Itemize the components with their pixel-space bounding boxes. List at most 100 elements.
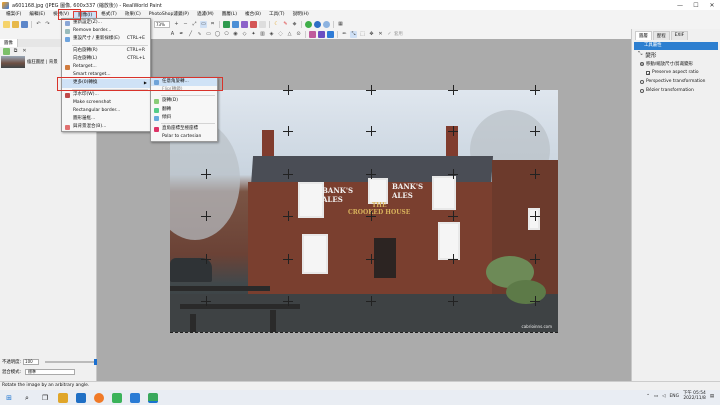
radio-move-resize-crop[interactable] — [640, 61, 644, 66]
zoom-in-icon[interactable]: + — [173, 21, 180, 28]
realworld-paint-taskbar-icon[interactable] — [148, 392, 158, 403]
handle-cross[interactable] — [448, 85, 458, 95]
tray-arrow-icon[interactable]: ⌃ — [646, 394, 650, 399]
menu-file[interactable]: 檔案(F) — [2, 11, 25, 19]
menu-item-blend-background[interactable]: 與背景混合(B)... — [62, 123, 150, 131]
handle-cross[interactable] — [366, 211, 376, 221]
layer-green-icon[interactable] — [223, 20, 230, 28]
grid-icon[interactable]: ▦ — [337, 21, 344, 28]
sharpen-tool-icon[interactable]: △ — [286, 31, 293, 38]
handle-cross[interactable] — [448, 126, 458, 136]
notification-icon[interactable]: ▤ — [710, 394, 714, 399]
radio-perspective[interactable] — [640, 79, 644, 84]
handle-cross[interactable] — [448, 211, 458, 221]
menu-item-rectangular-border[interactable]: Rectangular border... — [62, 107, 150, 115]
layer-red-icon[interactable] — [250, 20, 257, 28]
start-icon[interactable]: ⊞ — [4, 393, 14, 403]
handle-cross[interactable] — [283, 211, 293, 221]
handle-cross[interactable] — [283, 85, 293, 95]
file-explorer-icon[interactable] — [58, 392, 68, 403]
menu-filter[interactable]: 過濾(M) — [193, 11, 218, 19]
apply-label[interactable]: 套用 — [394, 31, 403, 37]
opacity-slider[interactable] — [45, 359, 97, 365]
handle-cross[interactable] — [283, 126, 293, 136]
volume-icon[interactable]: ◁ — [662, 394, 665, 399]
menu-edit[interactable]: 編輯(E) — [25, 11, 49, 19]
handle-cross[interactable] — [448, 296, 458, 306]
move-tool-icon[interactable]: ✥ — [368, 31, 375, 38]
close-button[interactable]: ✕ — [704, 0, 720, 10]
color-swatch-3-icon[interactable] — [327, 30, 334, 38]
image-canvas[interactable]: BANK'S ALES BANK'S ALES THE CROOKED HOUS… — [170, 90, 558, 332]
new-file-icon[interactable] — [3, 20, 10, 28]
globe-blue-icon[interactable] — [314, 20, 321, 28]
handle-cross[interactable] — [448, 254, 458, 264]
zoom-out-icon[interactable]: − — [182, 21, 189, 28]
handle-cross[interactable] — [201, 296, 211, 306]
mail-icon[interactable] — [76, 392, 86, 403]
gradient-tool-icon[interactable]: ▥ — [259, 31, 266, 38]
line-tool-icon[interactable]: ╱ — [187, 31, 194, 38]
handle-cross[interactable] — [530, 296, 540, 306]
handle-cross[interactable] — [201, 169, 211, 179]
handle-cross[interactable] — [530, 211, 540, 221]
firefox-icon[interactable] — [94, 392, 104, 403]
select-icon[interactable]: ▭ — [200, 20, 207, 28]
handle-cross[interactable] — [283, 254, 293, 264]
preserve-aspect-checkbox[interactable]: ✓ — [646, 70, 650, 75]
fill-tool-icon[interactable]: ◉ — [232, 31, 239, 38]
layer-grey-icon[interactable] — [259, 20, 266, 28]
handle-cross[interactable] — [283, 169, 293, 179]
delete-layer-icon[interactable]: ✕ — [21, 48, 28, 55]
handle-cross[interactable] — [530, 254, 540, 264]
network-icon[interactable]: ▭ — [654, 394, 658, 399]
option-move-resize-crop[interactable]: 移動/縮放尺寸/剪裁變形 — [632, 59, 720, 68]
color-swatch-1-icon[interactable] — [309, 30, 316, 38]
magic-wand-icon[interactable]: ✦ — [250, 31, 257, 38]
opacity-input[interactable]: 100 — [23, 359, 40, 365]
save-icon[interactable] — [21, 20, 28, 28]
menu-item-shape-border[interactable]: 圖形邊框... — [62, 115, 150, 123]
option-perspective[interactable]: Perspective transformation — [632, 77, 720, 86]
handle-cross[interactable] — [366, 85, 376, 95]
polygon-tool-icon[interactable]: ⬠ — [223, 31, 230, 38]
handle-cross[interactable] — [366, 126, 376, 136]
zoom-input[interactable]: 73% — [154, 20, 170, 28]
cancel-icon[interactable]: ✕ — [377, 31, 384, 38]
color-swatch-2-icon[interactable] — [318, 30, 325, 38]
menu-item-polar-to-cartesian[interactable]: Polar to cartesian — [151, 133, 217, 141]
maximize-button[interactable]: ☐ — [688, 0, 704, 10]
handle-cross[interactable] — [530, 169, 540, 179]
task-view-icon[interactable]: ❐ — [40, 393, 50, 403]
handle-cross[interactable] — [530, 85, 540, 95]
handle-cross[interactable] — [201, 254, 211, 264]
radio-bezier[interactable] — [640, 88, 644, 93]
stamp-icon[interactable]: ◆ — [291, 21, 298, 28]
app-blue-icon[interactable] — [130, 392, 140, 403]
menu-help[interactable]: 說明(H) — [289, 11, 313, 19]
menu-item-rotate[interactable]: 旋轉(D) — [151, 97, 217, 105]
handle-cross[interactable] — [366, 254, 376, 264]
menu-composite[interactable]: 複合(B) — [241, 11, 265, 19]
handle-cross[interactable] — [530, 126, 540, 136]
color-picker-icon[interactable]: ⊙ — [295, 31, 302, 38]
menu-item-cartesian-to-polar[interactable]: 直角座標至極座標 — [151, 125, 217, 133]
handle-cross[interactable] — [201, 211, 211, 221]
fit-icon[interactable]: ⤢ — [191, 21, 198, 28]
handle-cross[interactable] — [448, 169, 458, 179]
transform-tool-icon[interactable]: ⤡ — [350, 30, 357, 38]
handle-cross[interactable] — [366, 296, 376, 306]
clone-tool-icon[interactable]: ◈ — [268, 31, 275, 38]
menu-photoshop-filters[interactable]: PhotoShop濾鏡(P) — [145, 11, 193, 19]
rect-tool-icon[interactable]: ▭ — [205, 31, 212, 38]
tab-image[interactable]: 圖像 — [0, 39, 18, 47]
search-icon[interactable]: ⌕ — [22, 393, 32, 403]
handle-cross[interactable] — [283, 296, 293, 306]
ellipse-tool-icon[interactable]: ◯ — [214, 31, 221, 38]
blur-tool-icon[interactable]: ◌ — [277, 31, 284, 38]
new-layer-icon[interactable] — [3, 48, 10, 55]
tab-layers[interactable]: 圖層 — [635, 31, 652, 40]
apply-icon[interactable]: ✓ — [386, 31, 393, 38]
menu-layer[interactable]: 圖層(L) — [218, 11, 241, 19]
crop-icon[interactable]: ⌗ — [209, 21, 216, 28]
